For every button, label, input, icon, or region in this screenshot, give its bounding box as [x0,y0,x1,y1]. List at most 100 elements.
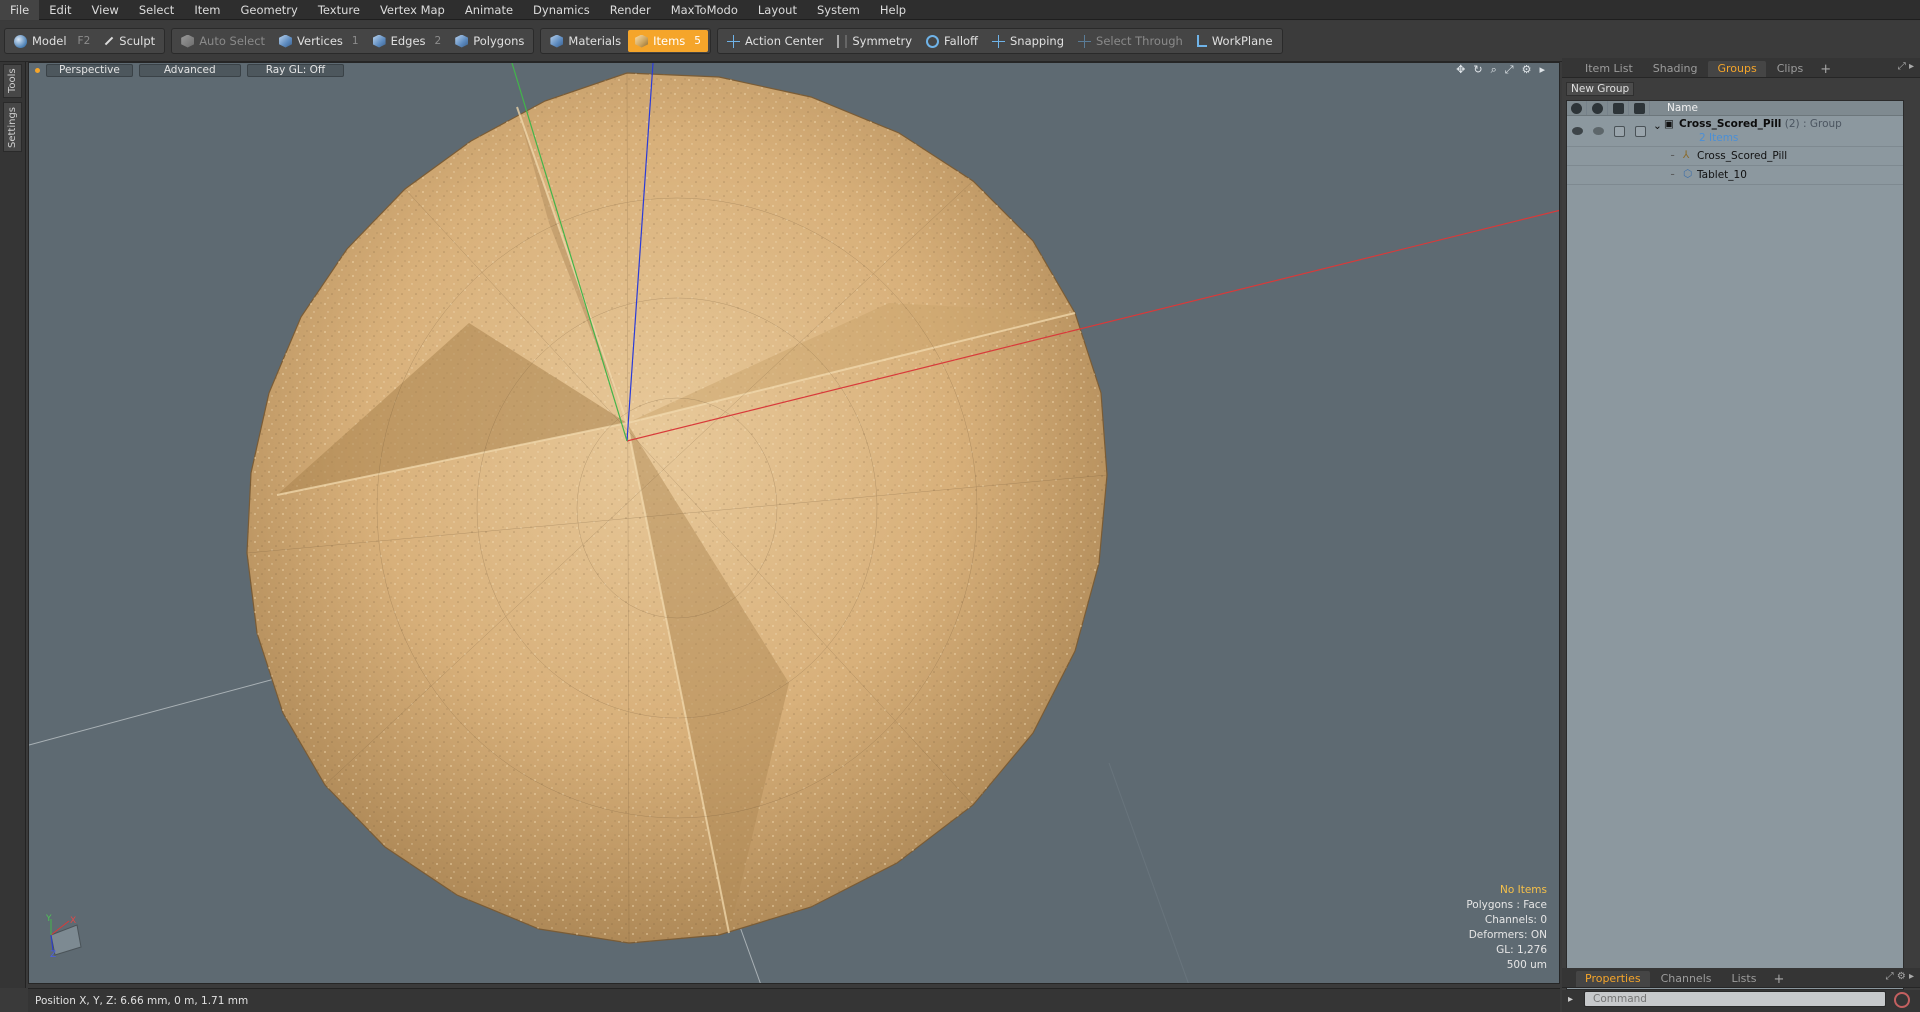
tab-tools[interactable]: Tools [3,64,22,98]
workplane-button[interactable]: WorkPlane [1190,30,1280,52]
name-column-header[interactable]: Name [1667,102,1698,114]
items-icon [635,34,649,48]
menu-dynamics[interactable]: Dynamics [523,0,600,20]
action-center-button[interactable]: Action Center [720,30,830,52]
view-type-button[interactable]: Perspective [46,63,133,77]
add-tab-icon[interactable]: + [1767,972,1790,987]
channels-info: Channels: 0 [1484,914,1547,926]
collapse-icon[interactable]: ⌄ [1653,120,1662,132]
symmetry-label: Symmetry [852,34,913,48]
menu-geometry[interactable]: Geometry [231,0,308,20]
maximize-view-icon[interactable]: ⤢ [1505,63,1514,77]
model-label: Model [32,34,67,48]
vertices-button[interactable]: Vertices 1 [272,30,366,52]
menu-texture[interactable]: Texture [308,0,370,20]
rotate-view-icon[interactable]: ↻ [1473,63,1482,77]
auto-select-button[interactable]: Auto Select [174,30,272,52]
zoom-view-icon[interactable]: ⌕ [1491,63,1497,77]
sphere-icon [14,34,27,48]
select-column[interactable] [1630,101,1650,115]
menu-edit[interactable]: Edit [39,0,81,20]
group-row[interactable]: ⌄ ▣ Cross_Scored_Pill (2) : Group 2 Item… [1567,117,1903,147]
3d-viewport[interactable]: Perspective Advanced Ray GL: Off ✥ ↻ ⌕ ⤢… [28,62,1560,984]
tab-groups[interactable]: Groups [1708,61,1766,77]
lock-toggle[interactable] [1614,126,1625,137]
gear-icon[interactable]: ⚙ [1522,63,1532,77]
select-icon [1634,103,1645,114]
auto-select-label: Auto Select [199,34,266,48]
add-tab-icon[interactable]: + [1814,62,1837,77]
menu-maxtomodo[interactable]: MaxToModo [661,0,748,20]
items-button[interactable]: Items 5 [628,30,708,52]
viewport-menu-dot[interactable] [35,67,40,73]
brush-icon [105,36,114,46]
materials-button[interactable]: Materials [543,30,628,52]
tools-group: Action Center Symmetry Falloff Snapping … [716,28,1283,54]
command-history-icon[interactable]: ▸ [1568,994,1573,1005]
tab-shading[interactable]: Shading [1644,61,1707,77]
select-through-button[interactable]: Select Through [1071,30,1190,52]
move-view-icon[interactable]: ✥ [1456,63,1465,77]
left-tool-tabs: Tools Settings [0,62,26,988]
menu-item[interactable]: Item [184,0,230,20]
grid-line [1108,762,1189,983]
menu-view[interactable]: View [82,0,129,20]
menu-help[interactable]: Help [870,0,916,20]
arrow-right-icon[interactable]: ▸ [1539,63,1545,77]
action-center-label: Action Center [744,34,824,48]
render-column[interactable] [1588,101,1608,115]
model-button[interactable]: Model F2 [7,30,97,52]
advanced-button[interactable]: Advanced [138,63,241,77]
groups-list[interactable]: Name ⌄ ▣ Cross_Scored_Pill (2) : Group 2… [1566,100,1904,990]
deformers-info: Deformers: ON [1468,929,1547,941]
lock-column[interactable] [1609,101,1629,115]
edges-label: Edges [390,34,426,48]
snapping-button[interactable]: Snapping [985,30,1071,52]
visibility-column[interactable] [1567,101,1587,115]
select-toggle[interactable] [1635,126,1646,137]
menu-layout[interactable]: Layout [748,0,807,20]
right-panel: Item List Shading Groups Clips + ⤢ ▸ New… [1562,58,1920,1012]
scene-render[interactable] [29,63,1560,984]
locator-icon: ⅄ [1683,149,1690,161]
new-group-button[interactable]: New Group [1566,82,1635,96]
stop-icon[interactable] [1894,992,1910,1008]
edges-button[interactable]: Edges 2 [366,30,449,52]
menu-file[interactable]: File [0,0,40,20]
falloff-button[interactable]: Falloff [919,30,985,52]
tab-lists[interactable]: Lists [1723,971,1766,987]
gizmo-y-label: Y [45,914,52,924]
tab-channels[interactable]: Channels [1652,971,1721,987]
polygons-button[interactable]: Polygons [448,30,531,52]
raygl-button[interactable]: Ray GL: Off [246,63,345,77]
tree-branch-icon: ╴ [1671,150,1678,162]
expand-icon[interactable]: ⤢ ▸ [1898,61,1914,72]
materials-label: Materials [568,34,622,48]
command-input[interactable] [1584,991,1886,1007]
symmetry-button[interactable]: Symmetry [830,30,919,52]
selection-info: No Items [1500,884,1547,896]
menu-select[interactable]: Select [129,0,184,20]
tree-branch-icon: ╴ [1671,169,1678,181]
falloff-icon [926,34,940,48]
tab-clips[interactable]: Clips [1768,61,1813,77]
group-name: Cross_Scored_Pill [1679,118,1782,130]
menu-render[interactable]: Render [600,0,661,20]
item-mode-group: Materials Items 5 [540,28,711,54]
menu-system[interactable]: System [807,0,870,20]
group-label: Cross_Scored_Pill (2) : Group [1679,118,1842,130]
menu-vertex-map[interactable]: Vertex Map [370,0,455,20]
sculpt-button[interactable]: Sculpt [97,30,162,52]
tab-item-list[interactable]: Item List [1576,61,1642,77]
expand-icon[interactable]: ⤢ ⚙ ▸ [1886,971,1914,982]
eye-icon[interactable] [1572,127,1583,135]
group-item-count: 2 Items [1699,132,1739,144]
render-toggle-icon[interactable] [1593,127,1604,135]
menu-animate[interactable]: Animate [455,0,523,20]
group-member-row[interactable]: ╴ ⅄ Cross_Scored_Pill [1567,148,1903,166]
tab-properties[interactable]: Properties [1576,971,1650,987]
group-member-row[interactable]: ╴ ⬡ Tablet_10 [1567,167,1903,185]
tab-settings[interactable]: Settings [3,102,22,152]
gl-info: GL: 1,276 [1496,944,1547,956]
group-type: : Group [1802,118,1842,130]
